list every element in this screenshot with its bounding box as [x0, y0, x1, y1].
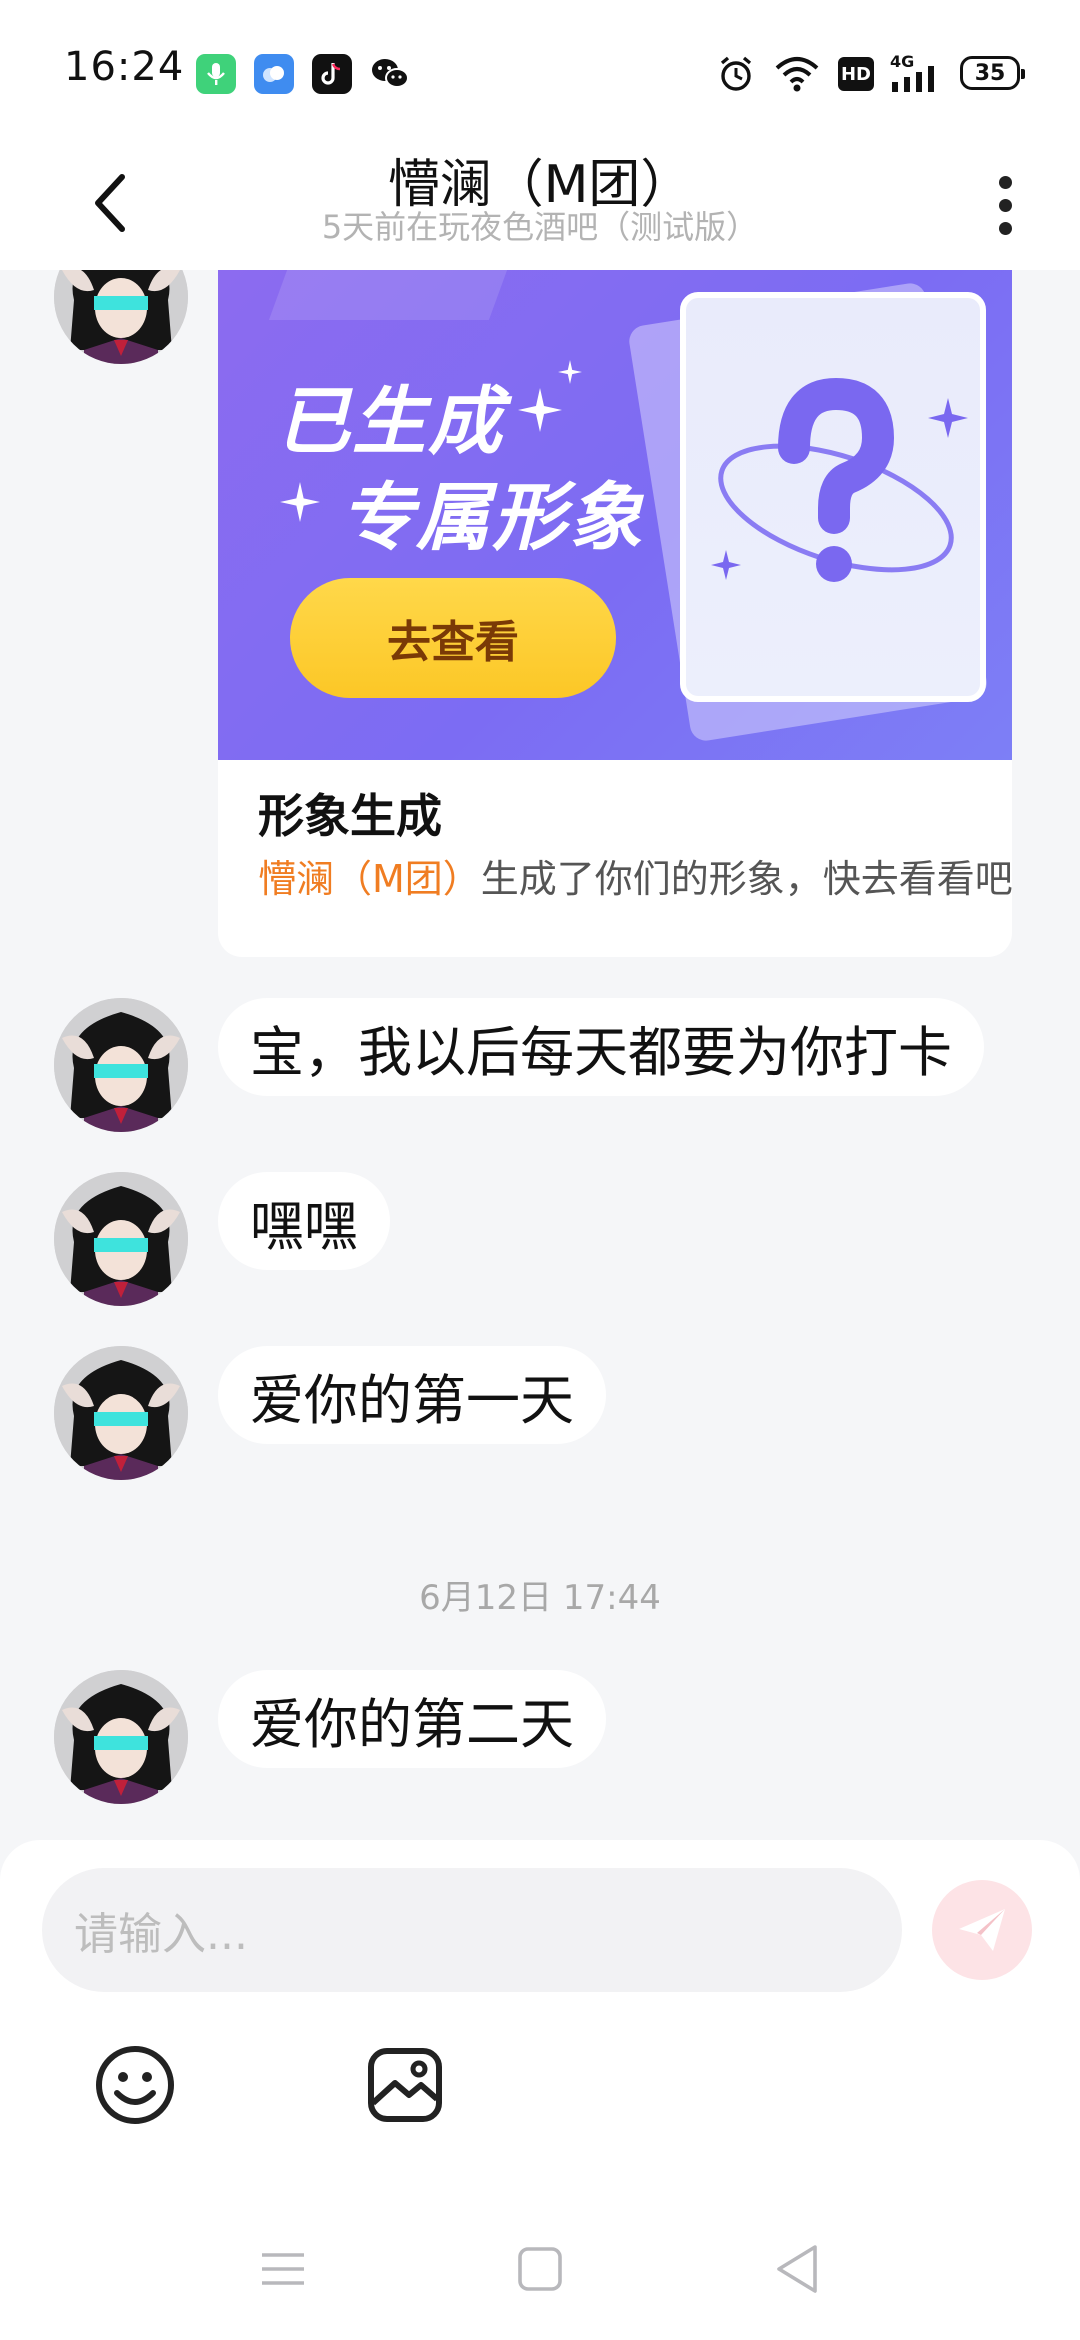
contact-status: 5天前在玩夜色酒吧（测试版）	[321, 208, 759, 246]
view-image-button[interactable]: 去查看	[290, 578, 616, 698]
more-dot-icon	[998, 175, 1012, 189]
message-bubble[interactable]: 宝，我以后每天都要为你打卡	[218, 998, 984, 1096]
home-button[interactable]	[505, 2234, 575, 2304]
chat-messages[interactable]: 已生成 专属形象 去查看 形象生成 懵澜（M团）生成了你们的形象，快去看看吧 宝…	[0, 270, 1080, 1840]
battery-indicator: 35	[960, 56, 1025, 90]
anime-girl-avatar-icon	[54, 1670, 188, 1804]
send-plane-icon	[959, 1909, 1005, 1951]
banner-decoration	[268, 270, 508, 320]
message-bubble[interactable]: 爱你的第二天	[218, 1670, 606, 1768]
message-bubble[interactable]: 爱你的第一天	[218, 1346, 606, 1444]
banner-headline-1: 已生成	[276, 379, 504, 465]
emoji-button[interactable]	[90, 2040, 180, 2130]
question-mark-icon	[711, 377, 968, 582]
cloud-app-icon	[254, 54, 294, 94]
card-banner: 已生成 专属形象 去查看	[218, 270, 1012, 760]
contact-avatar[interactable]	[54, 1346, 188, 1480]
sparkle-icon	[518, 388, 562, 432]
card-title: 形象生成	[258, 789, 442, 843]
status-bar: 16:24 HD 4G 35	[0, 0, 1080, 140]
card-description-text: 生成了你们的形象，快去看看吧	[480, 857, 1012, 901]
square-home-icon	[518, 2247, 562, 2291]
recent-apps-button[interactable]	[248, 2234, 318, 2304]
input-panel: 请输入...	[0, 1840, 1080, 2340]
nav-back-button[interactable]	[762, 2234, 832, 2304]
image-button[interactable]	[360, 2040, 450, 2130]
cellular-signal-icon: 4G	[890, 50, 942, 98]
wechat-icon	[370, 54, 410, 94]
gallery-icon	[368, 2048, 442, 2122]
card-description: 懵澜（M团）生成了你们的形象，快去看看吧	[258, 848, 1012, 903]
image-generated-card[interactable]: 已生成 专属形象 去查看 形象生成 懵澜（M团）生成了你们的形象，快去看看吧	[218, 270, 1012, 957]
alarm-icon	[716, 50, 756, 98]
sparkle-icon	[558, 360, 582, 384]
message-bubble[interactable]: 嘿嘿	[218, 1172, 390, 1270]
smiley-icon	[96, 2046, 174, 2124]
message-timestamp: 6月12日 17:44	[419, 1578, 661, 1618]
message-input[interactable]: 请输入...	[42, 1868, 902, 1992]
banner-headline-2: 专属形象	[340, 475, 644, 561]
send-button[interactable]	[932, 1880, 1032, 1980]
contact-avatar[interactable]	[54, 1670, 188, 1804]
hd-badge: HD	[838, 50, 874, 98]
anime-girl-avatar-icon	[54, 998, 188, 1132]
voice-memo-icon	[196, 54, 236, 94]
more-dot-icon	[998, 198, 1012, 212]
anime-girl-avatar-icon	[54, 270, 188, 364]
card-description-name: 懵澜（M团）	[258, 857, 481, 901]
system-nav-bar	[0, 2200, 1080, 2340]
more-dot-icon	[998, 221, 1012, 235]
sparkle-icon	[280, 482, 320, 522]
wifi-icon	[774, 50, 820, 98]
anime-girl-avatar-icon	[54, 1172, 188, 1306]
menu-icon	[262, 2253, 304, 2285]
contact-avatar[interactable]	[54, 1172, 188, 1306]
chat-header: 懵澜（M团） 5天前在玩夜色酒吧（测试版）	[0, 140, 1080, 270]
contact-avatar[interactable]	[54, 270, 188, 364]
more-options-button[interactable]	[985, 160, 1025, 250]
mystery-card	[680, 292, 986, 702]
status-time: 16:24	[64, 44, 185, 90]
triangle-back-icon	[777, 2245, 817, 2293]
contact-avatar[interactable]	[54, 998, 188, 1132]
tiktok-icon	[312, 54, 352, 94]
anime-girl-avatar-icon	[54, 1346, 188, 1480]
